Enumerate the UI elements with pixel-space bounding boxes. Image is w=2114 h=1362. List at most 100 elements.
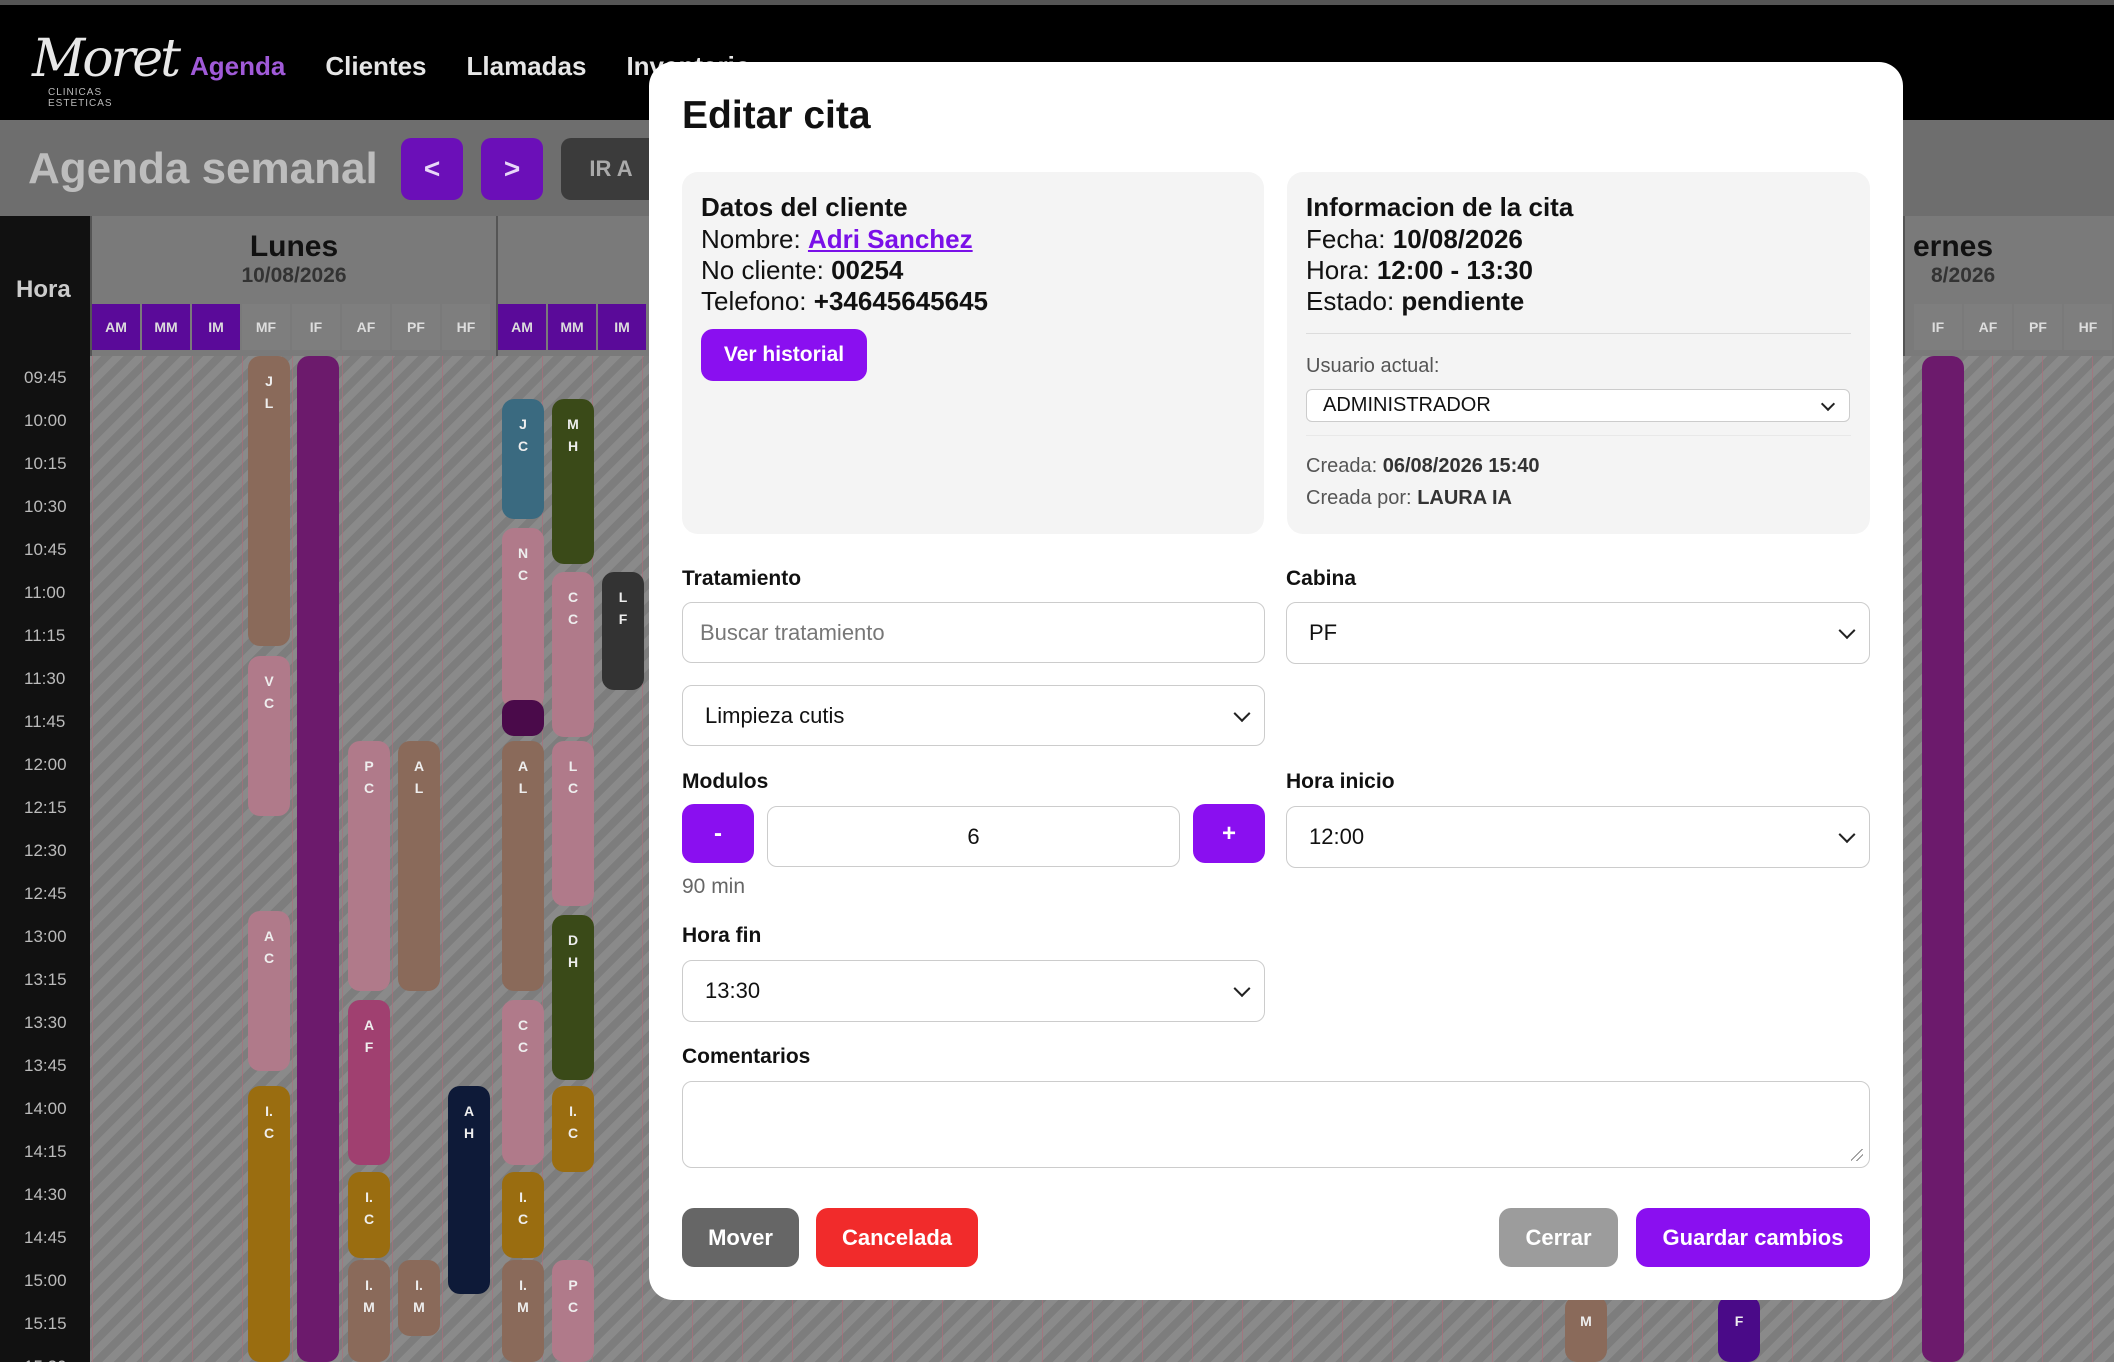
next-week-button[interactable]: > (481, 138, 543, 200)
appointment-block[interactable]: JC (502, 399, 544, 519)
appointment-block[interactable]: MH (552, 399, 594, 564)
appointment-block[interactable]: PC (348, 741, 390, 991)
move-button[interactable]: Mover (682, 1208, 799, 1267)
appointment-initials: I. C (567, 1103, 579, 1141)
client-name-link[interactable]: Adri Sanchez (808, 224, 973, 254)
appointment-block[interactable]: I. C (552, 1086, 594, 1172)
appointment-block[interactable]: AL (398, 741, 440, 991)
client-name-label: Nombre: (701, 224, 801, 254)
cabin-label: Cabina (1286, 567, 1357, 590)
time-slot-label: 14:30 (24, 1185, 67, 1204)
appointment-time-value: 12:00 - 13:30 (1376, 255, 1533, 285)
time-slot-label: 10:00 (24, 411, 67, 430)
end-time-value: 13:30 (705, 978, 761, 1003)
nav-item-agenda[interactable]: Agenda (190, 51, 285, 82)
start-time-select[interactable]: 12:00 (1286, 806, 1870, 868)
time-slot-label: 13:45 (24, 1056, 67, 1075)
appointment-block[interactable]: I. C (248, 1086, 290, 1362)
appointment-block[interactable]: LC (552, 741, 594, 906)
nav-item-clientes[interactable]: Clientes (325, 51, 426, 82)
cabin-header: MF (242, 304, 290, 350)
current-user-select[interactable]: ADMINISTRADOR (1306, 389, 1850, 422)
appointment-block[interactable]: I. M (348, 1260, 390, 1362)
close-button[interactable]: Cerrar (1499, 1208, 1618, 1267)
prev-week-button[interactable]: < (401, 138, 463, 200)
appointment-block[interactable]: I. M (398, 1260, 440, 1336)
cabin-header: IM (598, 304, 646, 350)
created-by-row: Creada por: LAURA IA (1306, 487, 1512, 510)
column-divider (192, 356, 193, 1362)
appointment-block[interactable]: CC (502, 1000, 544, 1165)
appointment-block[interactable]: VC (248, 656, 290, 816)
time-slot-label: 11:00 (24, 583, 66, 602)
appointment-block[interactable]: AL (502, 741, 544, 991)
view-history-button[interactable]: Ver historial (701, 329, 867, 381)
created-at-row: Creada: 06/08/2026 15:40 (1306, 455, 1540, 478)
treatment-select[interactable]: Limpieza cutis (682, 685, 1265, 746)
column-divider (2092, 356, 2093, 1362)
appointment-date-label: Fecha: (1306, 224, 1386, 254)
time-column: Hora 09:45 10:00 10:15 10:30 10:45 11:00 11:15… (0, 216, 90, 1362)
column-divider (292, 356, 293, 1362)
modules-increment-button[interactable]: + (1193, 804, 1265, 863)
appointment-block[interactable]: DH (552, 915, 594, 1080)
appointment-status-row: Estado: pendiente (1306, 286, 1524, 317)
chevron-down-icon (1233, 980, 1251, 998)
appointment-initials: JL (264, 373, 274, 411)
duration-text: 90 min (682, 875, 746, 898)
appointment-initials: MH (567, 416, 579, 454)
brand-logo[interactable]: Moret CLINICAS ESTETICAS (26, 27, 181, 109)
appointment-initials: AL (413, 758, 425, 796)
client-number-value: 00254 (831, 255, 904, 285)
appointment-block[interactable] (297, 356, 339, 1362)
appointment-block[interactable]: I. M (502, 1260, 544, 1362)
cabin-header: IM (192, 304, 240, 350)
time-slot-label: 12:15 (24, 798, 67, 817)
resize-handle-icon[interactable] (1851, 1149, 1863, 1161)
appointment-initials: I. M (517, 1277, 529, 1315)
save-changes-button[interactable]: Guardar cambios (1636, 1208, 1870, 1267)
treatment-search-input[interactable]: Buscar tratamiento (682, 602, 1265, 663)
column-divider (342, 356, 343, 1362)
comments-textarea[interactable] (682, 1081, 1870, 1168)
appointment-block[interactable]: I. C (502, 1172, 544, 1258)
treatment-label: Tratamiento (682, 567, 802, 590)
treatment-search-placeholder: Buscar tratamiento (700, 619, 885, 645)
column-divider (1992, 356, 1993, 1362)
appointment-block[interactable] (1922, 356, 1964, 1362)
end-time-select[interactable]: 13:30 (682, 960, 1265, 1022)
appointment-block[interactable]: PC (552, 1260, 594, 1362)
appointment-block[interactable]: AH (448, 1086, 490, 1294)
goto-date-button[interactable]: IR A (561, 138, 661, 200)
cabin-header: IF (1914, 304, 1962, 350)
appointment-initials: AH (463, 1103, 475, 1141)
appointment-initials: I. M (363, 1277, 375, 1315)
appointment-block[interactable]: CC (552, 572, 594, 737)
appointment-block[interactable] (502, 700, 544, 736)
appointment-block[interactable]: I. C (348, 1172, 390, 1258)
current-user-label: Usuario actual: (1306, 355, 1440, 377)
time-slot-label: 13:30 (24, 1013, 67, 1032)
appointment-initials: AL (517, 758, 529, 796)
page-title: Agenda semanal (28, 144, 378, 193)
cancelled-button[interactable]: Cancelada (816, 1208, 978, 1267)
nav-item-llamadas[interactable]: Llamadas (467, 51, 587, 82)
column-divider (492, 356, 493, 1362)
cabin-header: AM (498, 304, 546, 350)
appointment-block[interactable]: NC (502, 528, 544, 708)
modules-decrement-button[interactable]: - (682, 804, 754, 863)
appointment-block[interactable]: F (1718, 1296, 1760, 1362)
appointment-block[interactable]: AF (348, 1000, 390, 1165)
cabin-header: AF (1964, 304, 2012, 350)
appointment-block[interactable]: AC (248, 911, 290, 1071)
cabin-header: HF (442, 304, 490, 350)
appointment-block[interactable]: LF (602, 572, 644, 690)
column-divider (2042, 356, 2043, 1362)
modules-label: Modulos (682, 770, 769, 793)
appointment-block[interactable]: JL (248, 356, 290, 646)
appointment-initials: LC (567, 758, 579, 796)
cabin-select[interactable]: PF (1286, 602, 1870, 664)
modules-input[interactable]: 6 (767, 806, 1180, 867)
logo-subtitle: CLINICAS ESTETICAS (48, 87, 113, 109)
appointment-block[interactable]: M (1565, 1296, 1607, 1362)
